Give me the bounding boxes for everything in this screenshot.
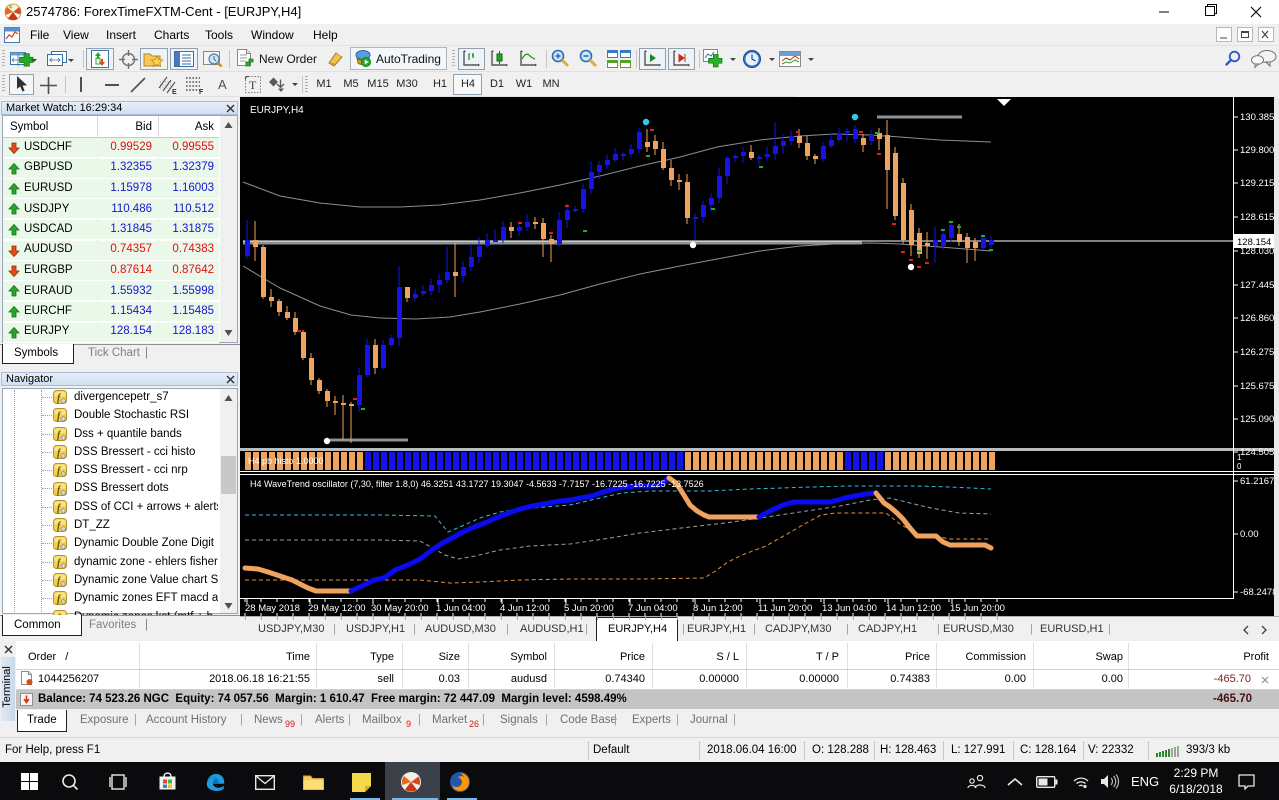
svg-text:H4 pb histo 1.0000: H4 pb histo 1.0000 [248, 456, 324, 466]
svg-text:F: F [199, 89, 204, 95]
svg-text:T: T [249, 78, 257, 92]
svg-text:124.505: 124.505 [1240, 447, 1274, 458]
svg-text:125.090: 125.090 [1240, 414, 1274, 425]
svg-text:29 May 12:00: 29 May 12:00 [308, 603, 366, 614]
svg-text:129.800: 129.800 [1240, 145, 1274, 156]
svg-text:EURJPY,H4: EURJPY,H4 [250, 105, 304, 116]
svg-text:1 Jun 04:00: 1 Jun 04:00 [436, 603, 486, 614]
svg-text:H4 WaveTrend oscillator (7,30,: H4 WaveTrend oscillator (7,30, filter 1.… [250, 479, 704, 489]
svg-text:130.385: 130.385 [1240, 112, 1274, 123]
svg-text:125.675: 125.675 [1240, 381, 1274, 392]
svg-text:129.215: 129.215 [1240, 178, 1274, 189]
svg-text:13 Jun 04:00: 13 Jun 04:00 [822, 603, 877, 614]
svg-text:28 May 2018: 28 May 2018 [245, 603, 300, 614]
svg-text:126.860: 126.860 [1240, 313, 1274, 324]
svg-text:14 Jun 12:00: 14 Jun 12:00 [886, 603, 941, 614]
svg-text:15 Jun 20:00: 15 Jun 20:00 [950, 603, 1005, 614]
svg-text:-68.2478: -68.2478 [1240, 587, 1278, 598]
svg-text:30 May 20:00: 30 May 20:00 [371, 603, 429, 614]
svg-text:4 Jun 12:00: 4 Jun 12:00 [500, 603, 550, 614]
svg-text:127.445: 127.445 [1240, 280, 1274, 291]
svg-text:128.615: 128.615 [1240, 212, 1274, 223]
svg-text:7 Jun 04:00: 7 Jun 04:00 [628, 603, 678, 614]
svg-text:8 Jun 12:00: 8 Jun 12:00 [693, 603, 743, 614]
svg-text:0: 0 [1237, 462, 1242, 471]
svg-text:0.00: 0.00 [1240, 529, 1259, 540]
svg-text:1: 1 [1237, 453, 1242, 462]
svg-text:61.2167: 61.2167 [1240, 476, 1274, 487]
svg-text:126.275: 126.275 [1240, 347, 1274, 358]
svg-text:5 Jun 20:00: 5 Jun 20:00 [564, 603, 614, 614]
svg-text:11 Jun 20:00: 11 Jun 20:00 [758, 603, 812, 614]
svg-text:128.154: 128.154 [1237, 237, 1271, 248]
svg-text:E: E [172, 89, 177, 95]
